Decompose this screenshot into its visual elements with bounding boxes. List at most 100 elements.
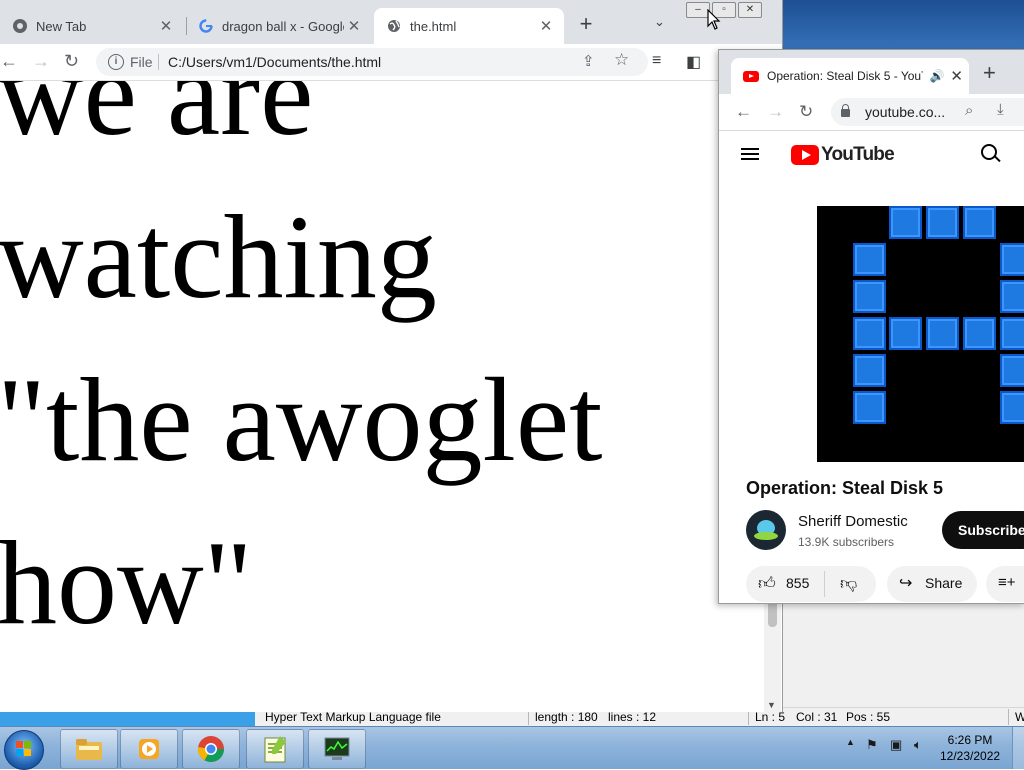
tab-label: dragon ball x - Google: [222, 18, 344, 34]
status-length: length : 180: [535, 710, 598, 724]
reload-icon[interactable]: ↻: [799, 102, 813, 122]
close-tab-icon[interactable]: ✕: [344, 17, 364, 35]
taskbar-chrome[interactable]: [182, 729, 240, 769]
info-icon[interactable]: i: [108, 54, 124, 70]
like-icon[interactable]: 👍︎: [758, 573, 776, 594]
video-block: [853, 354, 886, 387]
status-file-type: Hyper Text Markup Language file: [265, 710, 441, 724]
video-block: [1000, 280, 1024, 313]
browser-toolbar: ← → ↻ youtube.co... ⌕ ⤓: [719, 94, 1024, 131]
youtube-browser-window: Operation: Steal Disk 5 - YouTube 🔊 ✕ + …: [718, 49, 1024, 604]
address-bar[interactable]: i File C:/Users/vm1/Documents/the.html ⇪…: [96, 48, 648, 76]
tab-label: Operation: Steal Disk 5 - YouTube: [767, 69, 923, 83]
text-line: watching: [0, 190, 437, 323]
youtube-wordmark[interactable]: YouTube: [821, 144, 895, 166]
lock-icon[interactable]: [841, 104, 850, 117]
scheme-label: File: [130, 54, 153, 70]
youtube-logo[interactable]: [791, 145, 819, 165]
back-arrow-icon[interactable]: ←: [735, 102, 752, 122]
speaker-icon[interactable]: 🔊: [929, 69, 944, 83]
globe-icon: [386, 18, 402, 34]
network-icon[interactable]: ▣: [890, 737, 902, 753]
show-desktop-button[interactable]: [1012, 727, 1024, 769]
video-block: [926, 206, 959, 239]
video-block: [1000, 391, 1024, 424]
taskbar-notepadpp[interactable]: [246, 729, 304, 769]
tab-google-search[interactable]: dragon ball x - Google ✕: [186, 8, 372, 44]
system-clock[interactable]: 6:26 PM 12/23/2022: [940, 732, 1000, 764]
text-line: how": [0, 516, 253, 649]
volume-icon[interactable]: 🔈︎: [914, 737, 922, 753]
subscribe-button[interactable]: Subscribe: [942, 511, 1024, 549]
forward-arrow-icon[interactable]: →: [32, 52, 50, 70]
page-text: we are watching "the awoglet how": [0, 81, 757, 664]
forward-arrow-icon[interactable]: →: [767, 102, 784, 122]
taskbar-task-manager[interactable]: [308, 729, 366, 769]
video-block: [1000, 243, 1024, 276]
dislike-icon[interactable]: 👎︎: [840, 573, 857, 594]
close-window-button[interactable]: ✕: [738, 2, 762, 18]
search-icon[interactable]: ⌕: [965, 102, 973, 119]
video-block: [889, 317, 922, 350]
channel-name[interactable]: Sheriff Domestic: [798, 513, 908, 530]
taskbar-file-explorer[interactable]: [60, 729, 118, 769]
video-block: [963, 206, 996, 239]
share-arrow-icon: ↪: [899, 575, 913, 592]
scrollbar-thumb[interactable]: [768, 601, 777, 627]
tab-new-tab[interactable]: New Tab ✕: [0, 8, 184, 44]
status-lines: lines : 12: [608, 710, 657, 724]
close-tab-icon[interactable]: ✕: [950, 67, 963, 85]
like-count[interactable]: 855: [786, 575, 809, 591]
tab-the-html[interactable]: the.html ✕: [374, 8, 564, 44]
window-caption-buttons: – ▫ ✕: [686, 2, 762, 18]
start-button[interactable]: [4, 730, 44, 770]
clock-date: 12/23/2022: [940, 749, 1001, 763]
status-ln: Ln : 5: [755, 710, 786, 724]
notepadpp-icon: [264, 736, 286, 763]
tab-label: the.html: [410, 18, 457, 34]
text-line: we are: [0, 81, 314, 160]
browser-toolbar: ← → ↻ i File C:/Users/vm1/Documents/the.…: [0, 44, 782, 81]
action-center-icon[interactable]: ⚑: [866, 737, 878, 753]
taskbar-media-player[interactable]: [120, 729, 178, 769]
bookmark-star-icon[interactable]: ☆: [614, 50, 629, 70]
close-tab-icon[interactable]: ✕: [156, 17, 176, 35]
share-button[interactable]: ↪ Share: [887, 566, 977, 602]
show-hidden-icons-icon[interactable]: ▲: [846, 737, 855, 747]
side-panel-icon[interactable]: ◧: [686, 52, 701, 72]
playlist-add-icon: ≡+: [998, 574, 1016, 591]
video-block: [889, 206, 922, 239]
reload-icon[interactable]: ↻: [64, 52, 79, 70]
like-dislike-group: 👍︎ 855 👎︎: [746, 566, 876, 602]
video-block: [853, 243, 886, 276]
close-tab-icon[interactable]: ✕: [536, 17, 556, 35]
url-text[interactable]: C:/Users/vm1/Documents/the.html: [168, 54, 381, 70]
share-icon[interactable]: ⇪: [582, 52, 595, 70]
search-icon[interactable]: [981, 144, 997, 160]
tab-strip: New Tab ✕ dragon ball x - Google ✕ the.h…: [0, 0, 782, 44]
video-player[interactable]: [817, 206, 1024, 462]
clock-time: 6:26 PM: [947, 733, 993, 747]
scroll-down-arrow-icon[interactable]: ▼: [767, 700, 776, 710]
tab-strip: Operation: Steal Disk 5 - YouTube 🔊 ✕ +: [719, 50, 1024, 94]
install-app-icon[interactable]: ⤓: [997, 101, 1004, 118]
video-block: [963, 317, 996, 350]
new-tab-button[interactable]: +: [574, 12, 598, 36]
menu-icon[interactable]: [741, 148, 759, 150]
main-browser-window: New Tab ✕ dragon ball x - Google ✕ the.h…: [0, 0, 783, 712]
new-tab-button[interactable]: +: [983, 60, 996, 86]
url-text[interactable]: youtube.co...: [865, 104, 945, 120]
back-arrow-icon[interactable]: ←: [0, 52, 18, 70]
reading-list-icon[interactable]: ≡: [652, 52, 661, 70]
video-block: [926, 317, 959, 350]
address-bar[interactable]: youtube.co... ⌕ ⤓: [831, 98, 1024, 126]
channel-avatar[interactable]: [746, 510, 786, 550]
youtube-favicon-icon: [743, 70, 759, 82]
tab-search-chevron-icon[interactable]: ⌄: [654, 14, 665, 30]
share-label: Share: [925, 575, 963, 591]
tab-youtube-video[interactable]: Operation: Steal Disk 5 - YouTube 🔊 ✕: [731, 58, 969, 94]
subscriber-count: 13.9K subscribers: [798, 535, 895, 549]
save-to-playlist-button[interactable]: ≡+: [986, 566, 1024, 602]
status-pos: Pos : 55: [846, 710, 891, 724]
folder-icon: [76, 739, 102, 760]
